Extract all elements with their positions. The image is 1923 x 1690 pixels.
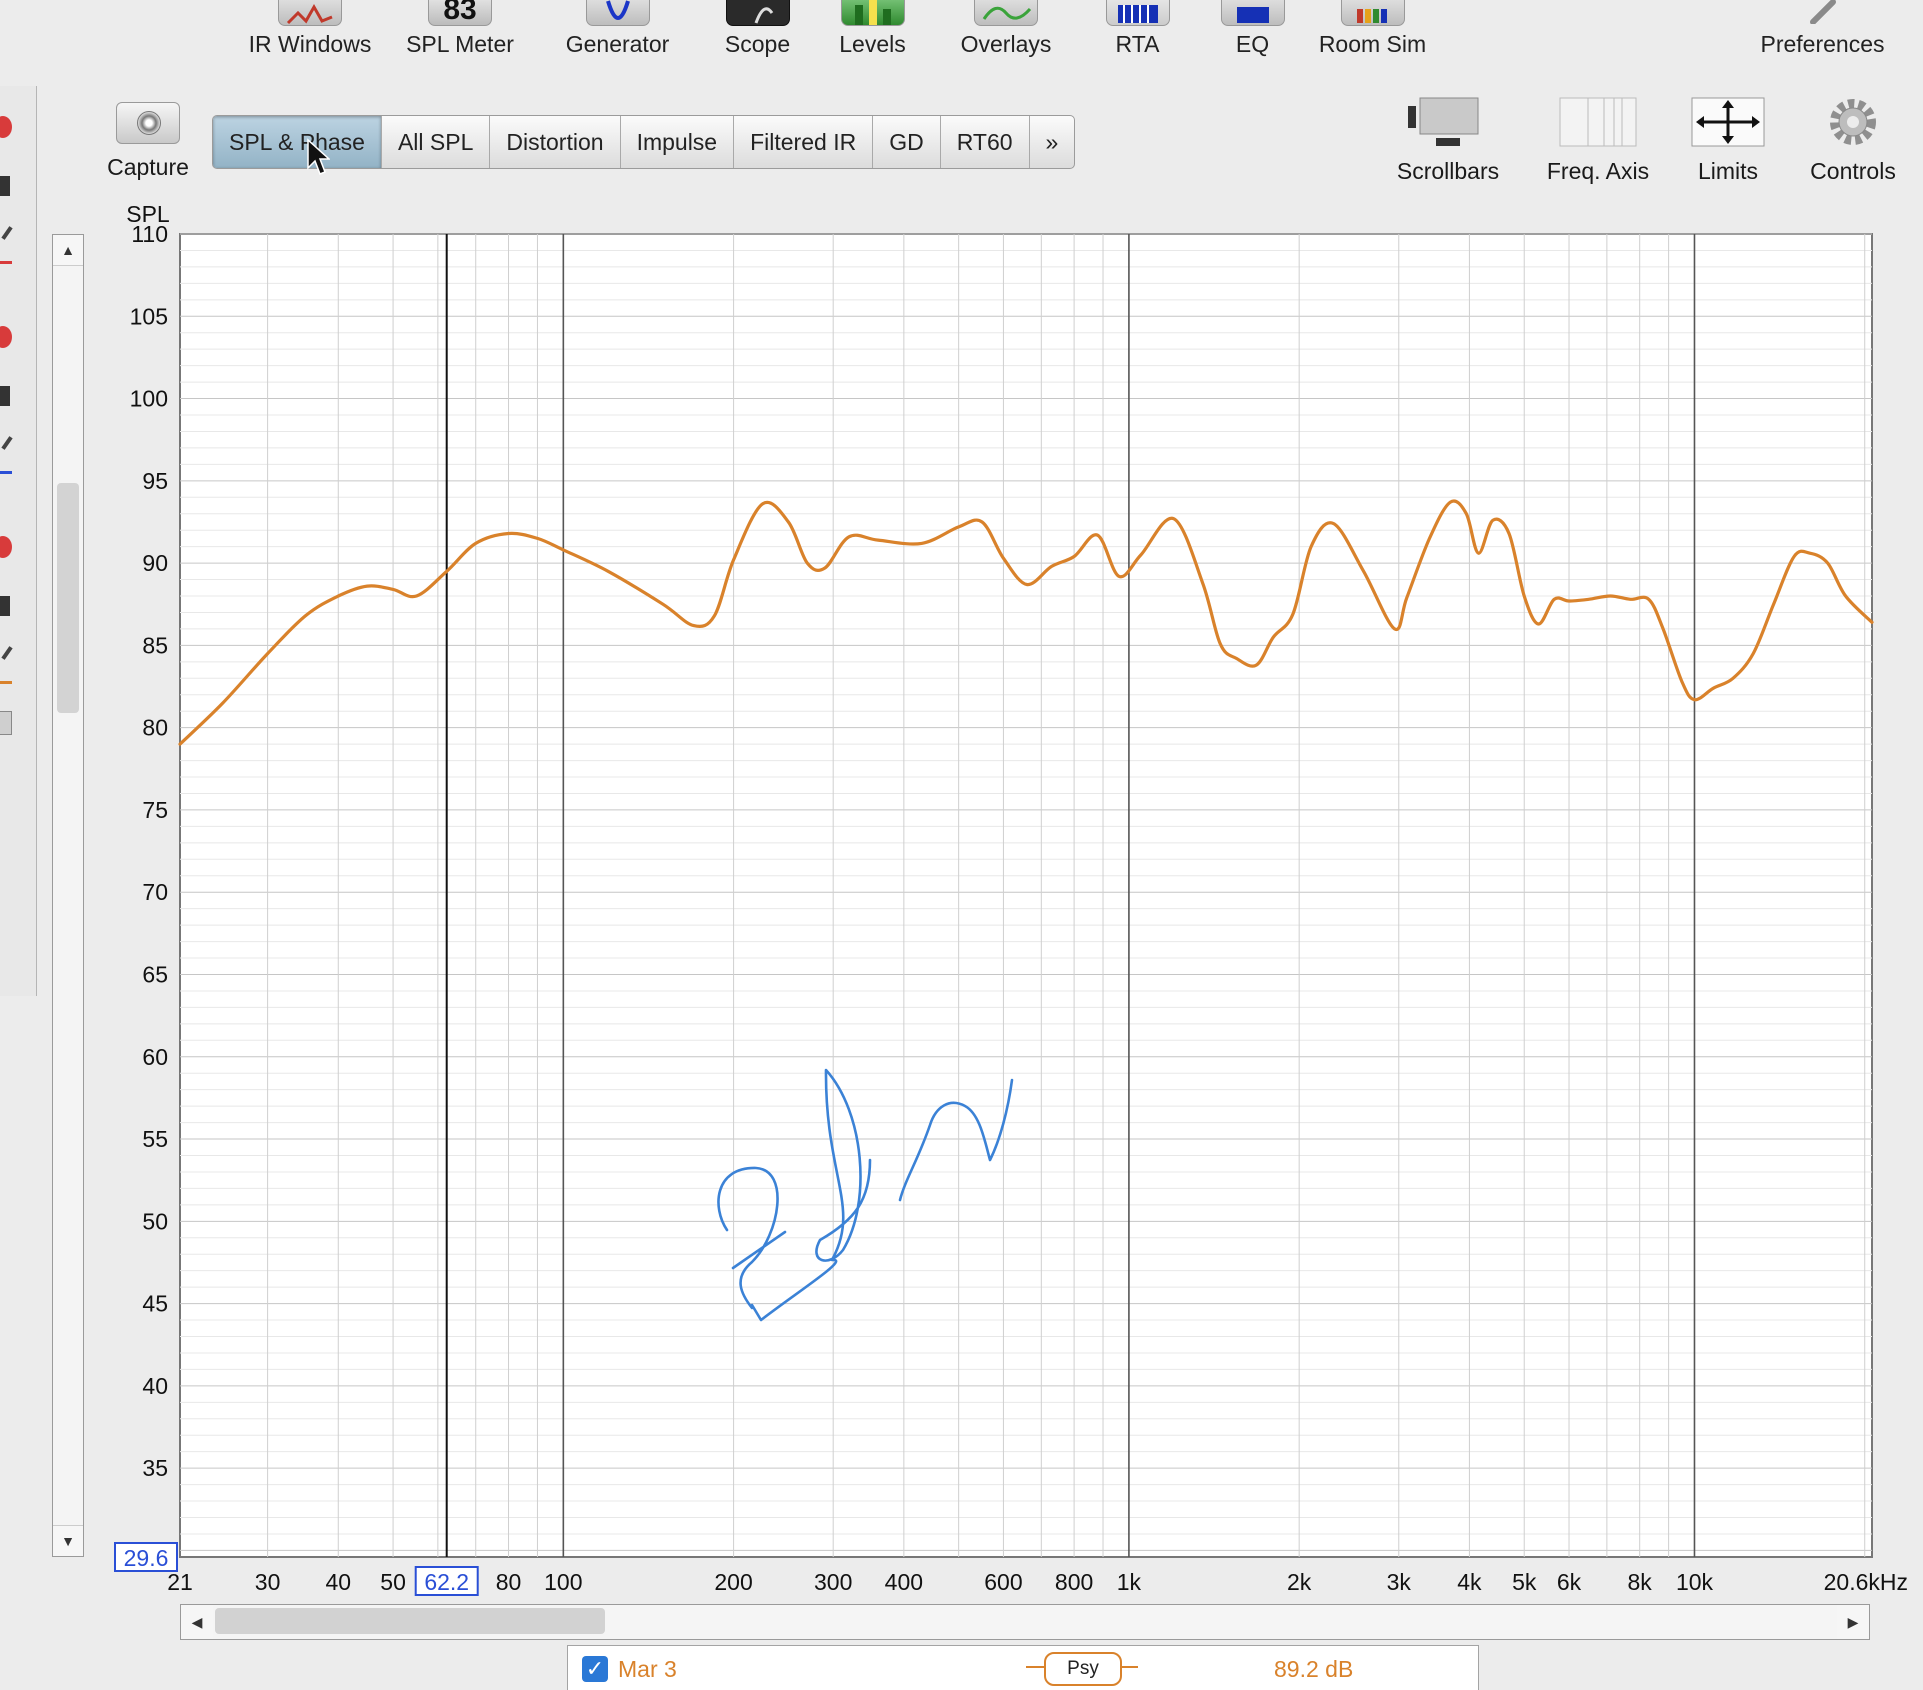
overlays-button[interactable]: Overlays (950, 0, 1062, 70)
spl-meter-icon: 83 (428, 0, 492, 26)
levels-button[interactable]: Levels (830, 0, 915, 70)
x-tick-label: 80 (496, 1569, 522, 1595)
horizontal-scrollbar[interactable]: ◀ ▶ (180, 1604, 1870, 1640)
camera-icon (116, 102, 180, 144)
y-tick-label: 40 (142, 1373, 168, 1399)
generator-icon (585, 0, 650, 26)
spl-meter-button[interactable]: 83 SPL Meter (400, 0, 520, 70)
wrench-icon (1792, 0, 1854, 24)
preferences-button[interactable]: Preferences (1750, 0, 1895, 70)
controls-button[interactable]: Controls (1798, 96, 1908, 186)
close-measurement-icon[interactable] (0, 116, 12, 138)
y-tick-label: 85 (142, 632, 168, 658)
y-tick-label: 55 (142, 1126, 168, 1152)
y-tick-label: 105 (130, 303, 168, 329)
levels-icon (840, 0, 905, 26)
x-tick-label: 2k (1287, 1569, 1312, 1595)
ir-windows-button[interactable]: IR Windows (245, 0, 375, 70)
eq-icon (1220, 0, 1285, 26)
horizontal-scroll-thumb[interactable] (215, 1608, 605, 1634)
rta-button[interactable]: RTA (1100, 0, 1175, 70)
x-tick-label: 4k (1457, 1569, 1482, 1595)
tabs-overflow-button[interactable]: » (1030, 116, 1075, 168)
tab-rt60[interactable]: RT60 (941, 116, 1030, 168)
x-tick-label: 30 (255, 1569, 281, 1595)
tab-spl-phase[interactable]: SPL & Phase (213, 116, 382, 168)
y-tick-label: 75 (142, 797, 168, 823)
main-toolbar: IR Windows 83 SPL Meter Generator Scope … (0, 0, 1923, 70)
scroll-right-arrow-icon[interactable]: ▶ (1837, 1605, 1869, 1639)
mouse-cursor-icon (307, 138, 330, 175)
room-sim-icon (1340, 0, 1405, 26)
scrollbars-icon (1408, 97, 1479, 146)
plot-area[interactable] (179, 233, 1873, 1558)
cursor-frequency-value: 62.2 (424, 1569, 469, 1595)
x-tick-label: 100 (544, 1569, 582, 1595)
x-tick-label: 200 (714, 1569, 752, 1595)
y-tick-label: 60 (142, 1044, 168, 1070)
graph-tab-bar: SPL & Phase All SPL Distortion Impulse F… (212, 115, 1076, 169)
x-tick-label: 6k (1557, 1569, 1582, 1595)
y-tick-label: 35 (142, 1455, 168, 1481)
smoothing-line-left (1026, 1666, 1044, 1668)
y-tick-label: 65 (142, 961, 168, 987)
x-tick-label: 10k (1676, 1569, 1714, 1595)
y-tick-label: 50 (142, 1208, 168, 1234)
x-tick-label: 3k (1387, 1569, 1412, 1595)
measurement-legend: ✓ Mar 3 Psy 89.2 dB (567, 1645, 1479, 1690)
scroll-left-arrow-icon[interactable]: ◀ (181, 1605, 213, 1639)
eq-button[interactable]: EQ (1215, 0, 1290, 70)
save-icon[interactable] (0, 176, 10, 196)
x-tick-label: 50 (380, 1569, 406, 1595)
capture-button[interactable]: Capture (100, 98, 196, 182)
tab-impulse[interactable]: Impulse (621, 116, 735, 168)
x-tick-label: 400 (885, 1569, 923, 1595)
x-tick-label: 800 (1055, 1569, 1093, 1595)
y-tick-label: 70 (142, 879, 168, 905)
tab-distortion[interactable]: Distortion (490, 116, 621, 168)
y-tick-label: 95 (142, 468, 168, 494)
x-tick-label: 40 (325, 1569, 351, 1595)
limits-icon (1691, 97, 1765, 147)
x-tick-label: 8k (1628, 1569, 1653, 1595)
x-tick-label: 600 (984, 1569, 1022, 1595)
rta-icon (1105, 0, 1170, 26)
tab-gd[interactable]: GD (873, 116, 941, 168)
limits-button[interactable]: Limits (1688, 96, 1768, 186)
freq-axis-icon (1559, 97, 1637, 147)
smoothing-badge[interactable]: Psy (1044, 1652, 1122, 1686)
y-tick-label: 100 (130, 386, 168, 412)
y-tick-label: 90 (142, 550, 168, 576)
tab-filtered-ir[interactable]: Filtered IR (734, 116, 874, 168)
y-axis-title: SPL (126, 201, 170, 227)
scrollbars-button[interactable]: Scrollbars (1388, 96, 1508, 186)
room-sim-button[interactable]: Room Sim (1310, 0, 1435, 70)
smoothing-line-right (1120, 1666, 1138, 1668)
overlays-icon (974, 0, 1038, 26)
scope-icon (725, 0, 790, 26)
y-min-value: 29.6 (124, 1545, 169, 1571)
freq-axis-button[interactable]: Freq. Axis (1538, 96, 1658, 186)
ir-windows-icon (278, 0, 342, 26)
tab-all-spl[interactable]: All SPL (382, 116, 491, 168)
x-tick-label: 21 (167, 1569, 193, 1595)
cursor-spl-value: 89.2 dB (1274, 1656, 1354, 1682)
generator-button[interactable]: Generator (555, 0, 680, 70)
measurement-name[interactable]: Mar 3 (618, 1656, 677, 1683)
scope-button[interactable]: Scope (715, 0, 800, 70)
x-axis-end-label: 20.6kHz (1824, 1569, 1908, 1595)
x-tick-label: 5k (1512, 1569, 1537, 1595)
spl-graph[interactable]: 11010510095908580757065605550454035 21 30… (0, 200, 1923, 1600)
gear-icon (1830, 99, 1876, 145)
x-tick-label: 300 (814, 1569, 852, 1595)
y-tick-label: 80 (142, 715, 168, 741)
y-tick-label: 45 (142, 1291, 168, 1317)
measurement-visible-checkbox[interactable]: ✓ (582, 1656, 608, 1682)
x-tick-label: 1k (1117, 1569, 1142, 1595)
